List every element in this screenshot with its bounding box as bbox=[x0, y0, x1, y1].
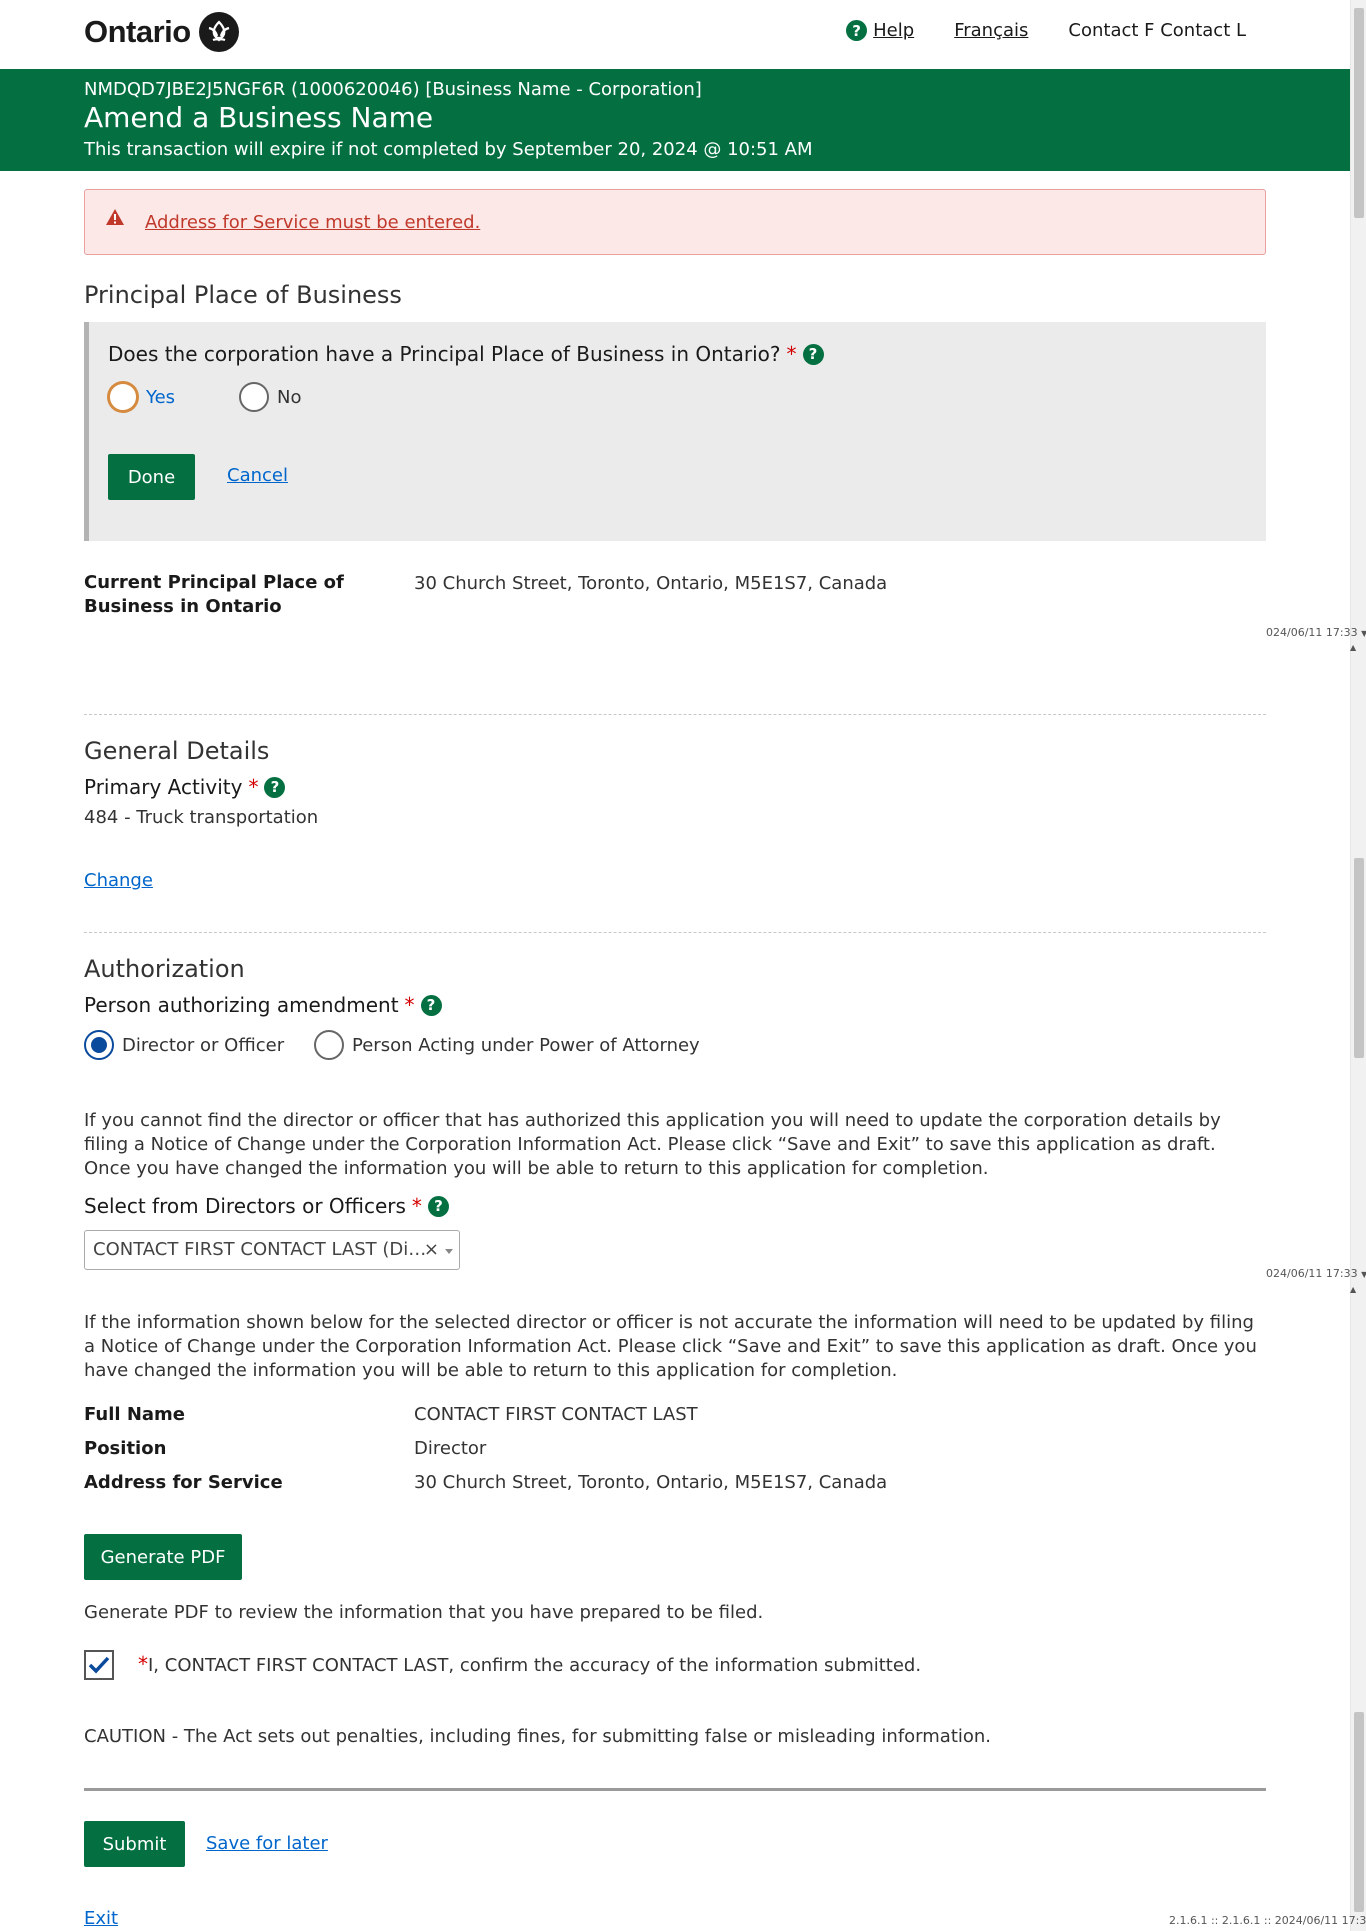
radio-director-officer-label: Director or Officer bbox=[122, 1034, 285, 1056]
primary-activity-label-text: Primary Activity bbox=[84, 775, 243, 799]
help-icon[interactable]: ? bbox=[427, 1195, 449, 1217]
principal-place-question: Does the corporation have a Principal Pl… bbox=[108, 342, 824, 366]
required-marker: * bbox=[248, 775, 259, 799]
current-principal-place-value: 30 Church Street, Toronto, Ontario, M5E1… bbox=[414, 573, 888, 594]
radio-no-label: No bbox=[277, 386, 302, 408]
confirm-accuracy-label[interactable]: *I, CONTACT FIRST CONTACT LAST, confirm … bbox=[138, 1652, 921, 1676]
expiry-notice: This transaction will expire if not comp… bbox=[84, 139, 813, 160]
address-for-service-label: Address for Service bbox=[84, 1472, 283, 1493]
submit-button[interactable]: Submit bbox=[84, 1821, 185, 1867]
help-label[interactable]: Help bbox=[873, 20, 914, 41]
generate-pdf-help: Generate PDF to review the information t… bbox=[84, 1602, 764, 1623]
director-officer-select[interactable]: CONTACT FIRST CONTACT LAST (Director) × bbox=[84, 1230, 460, 1270]
form-footer-divider bbox=[84, 1788, 1266, 1791]
director-officer-select-value: CONTACT FIRST CONTACT LAST (Director) bbox=[93, 1239, 428, 1260]
change-activity-link[interactable]: Change bbox=[84, 870, 153, 891]
cancel-link[interactable]: Cancel bbox=[227, 465, 288, 486]
generate-pdf-button[interactable]: Generate PDF bbox=[84, 1534, 242, 1580]
select-director-label-text: Select from Directors or Officers bbox=[84, 1194, 406, 1218]
required-marker: * bbox=[138, 1652, 148, 1676]
timestamp-2-text: 024/06/11 17:33 bbox=[1266, 1267, 1358, 1280]
section-title-authorization: Authorization bbox=[84, 955, 245, 983]
radio-no[interactable]: No bbox=[239, 382, 301, 412]
required-marker: * bbox=[404, 993, 415, 1017]
radio-power-of-attorney-label: Person Acting under Power of Attorney bbox=[352, 1034, 700, 1056]
warning-icon bbox=[105, 208, 125, 230]
confirm-accuracy-checkbox[interactable] bbox=[84, 1650, 114, 1680]
help-icon[interactable]: ? bbox=[802, 343, 824, 365]
scroll-down-icon[interactable]: ▼ bbox=[1361, 1270, 1366, 1279]
authorization-notice-1: If you cannot find the director or offic… bbox=[84, 1110, 1221, 1179]
page-title: Amend a Business Name bbox=[84, 101, 434, 134]
help-icon: ? bbox=[846, 20, 868, 41]
scroll-down-icon[interactable]: ▼ bbox=[1361, 629, 1366, 638]
section-divider bbox=[84, 932, 1266, 933]
scrollbar-thumb-3[interactable] bbox=[1354, 1712, 1364, 1912]
radio-yes-label: Yes bbox=[146, 386, 176, 408]
help-icon[interactable]: ? bbox=[420, 994, 442, 1016]
position-label: Position bbox=[84, 1438, 167, 1459]
version-info: 2.1.6.1 :: 2.1.6.1 :: 2024/06/11 17:33 bbox=[1169, 1914, 1366, 1927]
clear-selection-icon[interactable]: × bbox=[424, 1239, 439, 1260]
top-navigation: ? Help Français Contact F Contact L bbox=[846, 20, 1246, 41]
required-marker: * bbox=[786, 342, 797, 366]
page-scrollbar[interactable] bbox=[1350, 0, 1366, 1931]
primary-activity-value: 484 - Truck transportation bbox=[84, 807, 319, 828]
scroll-up-icon[interactable]: ▲ bbox=[1350, 1285, 1356, 1294]
save-for-later-link[interactable]: Save for later bbox=[206, 1833, 328, 1854]
caution-text: CAUTION - The Act sets out penalties, in… bbox=[84, 1726, 992, 1747]
radio-no-circle[interactable] bbox=[239, 382, 269, 412]
exit-link[interactable]: Exit bbox=[84, 1908, 118, 1929]
ontario-logo[interactable]: Ontario bbox=[84, 12, 239, 52]
full-name-value: CONTACT FIRST CONTACT LAST bbox=[414, 1404, 698, 1425]
person-authorizing-label: Person authorizing amendment * ? bbox=[84, 993, 442, 1017]
help-icon[interactable]: ? bbox=[264, 776, 286, 798]
logo-text: Ontario bbox=[84, 14, 191, 49]
radio-yes-circle[interactable] bbox=[108, 382, 138, 412]
transaction-banner: NMDQD7JBE2J5NGF6R (1000620046) [Business… bbox=[0, 69, 1350, 171]
radio-power-of-attorney-circle[interactable] bbox=[314, 1030, 344, 1060]
select-director-label: Select from Directors or Officers * ? bbox=[84, 1194, 449, 1218]
trillium-icon bbox=[198, 12, 239, 52]
language-toggle-link[interactable]: Français bbox=[954, 20, 1028, 41]
principal-place-edit-panel: Does the corporation have a Principal Pl… bbox=[84, 322, 1266, 541]
done-button[interactable]: Done bbox=[108, 454, 195, 500]
timestamp-2: 024/06/11 17:33 ▼ bbox=[1266, 1267, 1366, 1280]
timestamp-1: 024/06/11 17:33 ▼ bbox=[1266, 626, 1366, 639]
error-alert: Address for Service must be entered. bbox=[84, 189, 1266, 255]
section-title-principal-place: Principal Place of Business bbox=[84, 281, 402, 309]
scrollbar-thumb-2[interactable] bbox=[1354, 858, 1364, 1058]
confirm-accuracy-text: I, CONTACT FIRST CONTACT LAST, confirm t… bbox=[148, 1655, 922, 1676]
primary-activity-label: Primary Activity * ? bbox=[84, 775, 286, 799]
checkmark-icon bbox=[88, 1656, 110, 1674]
full-name-label: Full Name bbox=[84, 1404, 185, 1425]
user-name[interactable]: Contact F Contact L bbox=[1068, 20, 1246, 41]
timestamp-1-text: 024/06/11 17:33 bbox=[1266, 626, 1358, 639]
scroll-up-icon[interactable]: ▲ bbox=[1350, 643, 1356, 652]
chevron-down-icon[interactable] bbox=[445, 1249, 453, 1254]
current-principal-place-label: Current Principal Place of Business in O… bbox=[84, 572, 344, 617]
position-value: Director bbox=[414, 1438, 487, 1459]
section-title-general-details: General Details bbox=[84, 737, 270, 765]
radio-director-officer-circle[interactable] bbox=[84, 1030, 114, 1060]
radio-director-officer[interactable]: Director or Officer bbox=[84, 1030, 284, 1060]
radio-power-of-attorney[interactable]: Person Acting under Power of Attorney bbox=[314, 1030, 700, 1060]
question-text: Does the corporation have a Principal Pl… bbox=[108, 342, 781, 366]
radio-yes[interactable]: Yes bbox=[108, 382, 175, 412]
error-link-address-for-service[interactable]: Address for Service must be entered. bbox=[145, 212, 480, 233]
authorization-notice-2: If the information shown below for the s… bbox=[84, 1312, 1257, 1381]
transaction-reference: NMDQD7JBE2J5NGF6R (1000620046) [Business… bbox=[84, 79, 702, 100]
site-header: Ontario ? Help Français Contact F Contac… bbox=[0, 0, 1350, 69]
address-for-service-value: 30 Church Street, Toronto, Ontario, M5E1… bbox=[414, 1472, 888, 1493]
section-divider bbox=[84, 714, 1266, 715]
scrollbar-thumb-1[interactable] bbox=[1354, 8, 1364, 218]
required-marker: * bbox=[411, 1194, 422, 1218]
help-link[interactable]: ? Help bbox=[846, 20, 914, 41]
person-authorizing-label-text: Person authorizing amendment bbox=[84, 993, 399, 1017]
